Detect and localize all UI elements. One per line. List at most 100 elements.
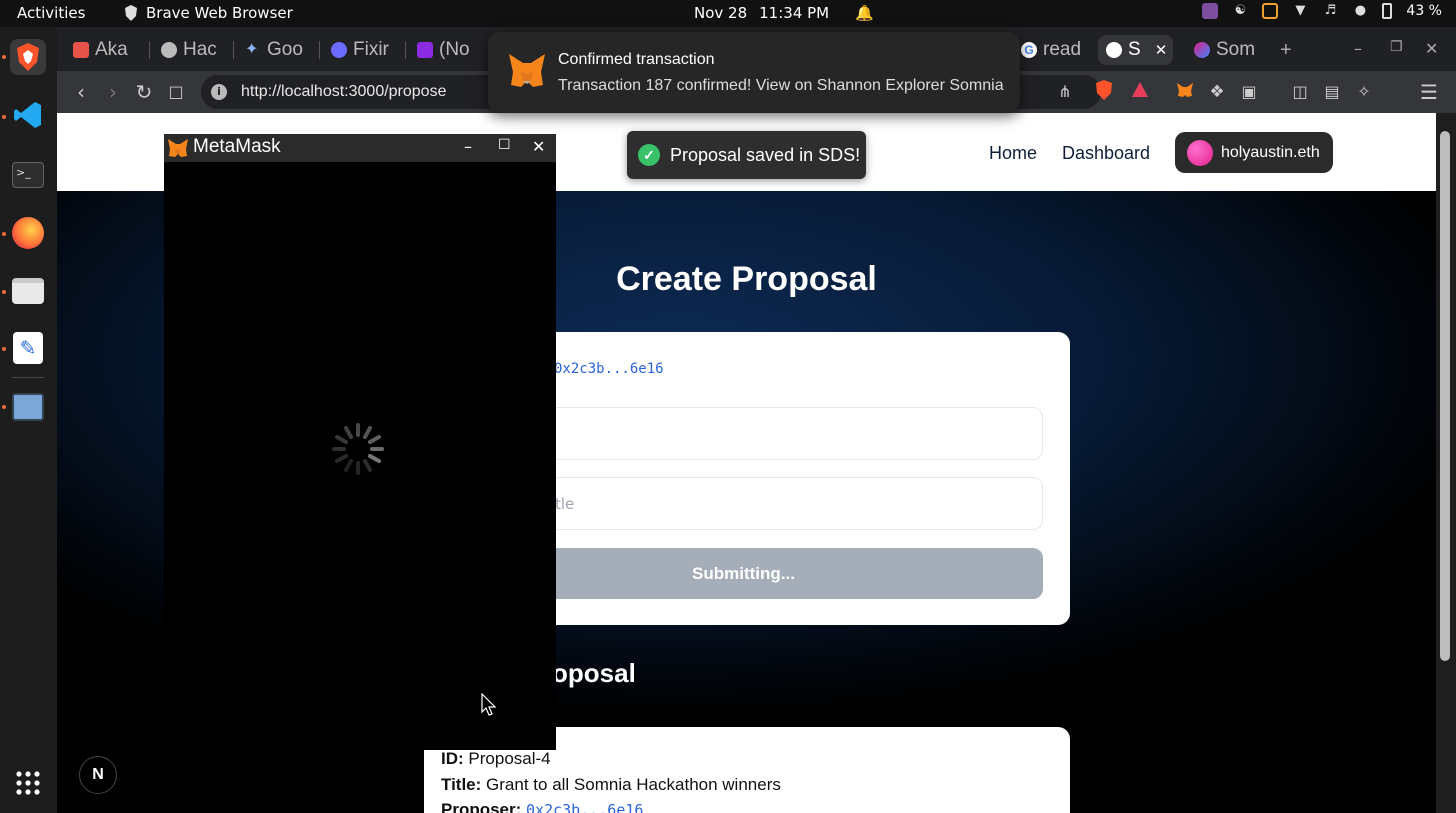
terminal-icon: >_ (12, 162, 44, 188)
tab-separator (319, 41, 320, 59)
bookmark-icon[interactable]: □ (164, 80, 188, 104)
proposal-id-row: ID: Proposal-4 (441, 749, 551, 769)
sidebar-icon[interactable]: ◫ (1288, 80, 1312, 104)
app-grid-icon (16, 771, 40, 795)
brave-shields-icon[interactable] (1092, 80, 1116, 104)
tab-label: Aka (95, 39, 128, 60)
running-indicator (2, 347, 6, 351)
brave-lion-icon (17, 43, 39, 71)
desktop-notification[interactable]: Confirmed transaction Transaction 187 co… (488, 32, 1020, 112)
screen-record-icon[interactable] (1262, 3, 1279, 19)
title-placeholder: tle (555, 495, 575, 513)
remote-desktop-launcher[interactable] (10, 389, 46, 425)
id-label: ID: (441, 749, 464, 768)
close-icon[interactable]: ✕ (532, 137, 545, 156)
screen-share-icon[interactable] (1202, 3, 1219, 19)
time-label: 11:34 PM (759, 4, 830, 22)
tab-separator (233, 41, 234, 59)
accessibility-icon[interactable]: ☯ (1232, 3, 1248, 19)
restore-icon[interactable]: ❐ (1390, 39, 1403, 55)
brave-rewards-icon[interactable] (1128, 80, 1152, 104)
close-window-icon[interactable]: ✕ (1425, 39, 1438, 58)
menu-icon[interactable]: ☰ (1417, 80, 1441, 104)
title-label: Title: (441, 775, 482, 794)
tab[interactable]: ✦ Goo (245, 35, 317, 65)
nav-dashboard-link[interactable]: Dashboard (1062, 143, 1150, 164)
tab-separator (149, 41, 150, 59)
app-menu[interactable]: Brave Web Browser (124, 4, 293, 22)
folder-icon (12, 278, 44, 304)
brave-launcher[interactable] (10, 39, 46, 75)
tab[interactable]: G read (1021, 35, 1089, 65)
connected-address: 0x2c3b...6e16 (554, 361, 664, 377)
scrollbar-thumb[interactable] (1440, 131, 1450, 661)
close-tab-icon[interactable]: ✕ (1155, 41, 1168, 59)
tab-active[interactable]: S ✕ (1098, 35, 1173, 65)
remote-desktop-icon (12, 393, 44, 421)
running-indicator (2, 290, 6, 294)
tab[interactable]: Hac (161, 35, 233, 65)
mouse-cursor-icon (481, 693, 497, 716)
tab-favicon-icon (73, 42, 89, 58)
site-info-icon[interactable]: i (211, 84, 227, 100)
somnia-icon (1194, 42, 1210, 58)
title-value: Grant to all Somnia Hackathon winners (486, 775, 781, 794)
terminal-launcher[interactable]: >_ (10, 157, 46, 193)
tab-separator (405, 41, 406, 59)
proposer-value[interactable]: 0x2c3b...6e16 (526, 801, 643, 813)
text-editor-launcher[interactable]: ✎ (10, 330, 46, 366)
show-apps-button[interactable] (10, 765, 46, 801)
metamask-title: MetaMask (193, 136, 281, 157)
tab[interactable]: Aka (73, 35, 153, 65)
minimize-icon[interactable]: – (464, 137, 472, 156)
files-launcher[interactable] (10, 273, 46, 309)
tab-label: S (1128, 39, 1141, 60)
wallet-icon[interactable]: ▤ (1320, 80, 1344, 104)
vscode-launcher[interactable] (10, 97, 46, 133)
minimize-icon[interactable]: – (1354, 39, 1362, 58)
leo-ai-icon[interactable]: ✧ (1352, 80, 1376, 104)
system-tray[interactable]: ☯ ▼ ♬ ● 43 % (1202, 3, 1442, 19)
running-indicator (2, 232, 6, 236)
metamask-fox-icon (509, 54, 545, 87)
battery-icon[interactable] (1382, 3, 1393, 19)
tab-label: (No (439, 39, 470, 60)
firefox-launcher[interactable] (10, 215, 46, 251)
maximize-icon[interactable]: ☐ (498, 137, 511, 153)
vscode-icon (14, 102, 41, 128)
latest-proposal-heading: oposal (552, 658, 636, 688)
activities-button[interactable]: Activities (17, 4, 85, 22)
metamask-extension-icon[interactable] (1173, 80, 1197, 104)
volume-icon[interactable]: ♬ (1322, 3, 1338, 19)
tab-label: Som (1216, 39, 1256, 60)
nextjs-dev-badge[interactable]: N (79, 756, 117, 794)
microphone-icon[interactable]: ● (1352, 3, 1368, 19)
screenshot-icon[interactable]: ▣ (1237, 80, 1261, 104)
metamask-titlebar[interactable]: MetaMask – ☐ ✕ (164, 134, 556, 162)
app-name: Brave Web Browser (146, 4, 293, 22)
tab-label: Goo (267, 39, 303, 60)
proposal-proposer-row: Proposer: 0x2c3b...6e16 (441, 800, 643, 813)
forward-icon[interactable]: › (101, 80, 125, 104)
nav-home-link[interactable]: Home (989, 143, 1037, 164)
wifi-icon[interactable]: ▼ (1292, 3, 1308, 19)
proposal-title-row: Title: Grant to all Somnia Hackathon win… (441, 775, 781, 795)
account-button[interactable]: holyaustin.eth (1175, 132, 1333, 173)
page-scrollbar[interactable] (1436, 113, 1456, 813)
running-indicator (2, 405, 6, 409)
tab[interactable]: Fixir (331, 35, 403, 65)
proposer-label: Proposer: (441, 800, 522, 813)
avatar (1187, 139, 1213, 166)
reload-icon[interactable]: ↻ (132, 80, 156, 104)
clock[interactable]: Nov 28 11:34 PM 🔔 (694, 4, 874, 22)
back-icon[interactable]: ‹ (69, 80, 93, 104)
extensions-icon[interactable]: ❖ (1205, 80, 1229, 104)
date-label: Nov 28 (694, 4, 748, 22)
success-toast: ✓ Proposal saved in SDS! (627, 131, 866, 179)
tab[interactable]: (No (417, 35, 489, 65)
tab[interactable]: Som (1194, 35, 1270, 65)
url-text: http://localhost:3000/propose (241, 83, 447, 100)
new-tab-button[interactable]: + (1280, 35, 1292, 65)
tab-label: read (1043, 39, 1082, 60)
share-icon[interactable]: ⋔ (1053, 80, 1077, 104)
